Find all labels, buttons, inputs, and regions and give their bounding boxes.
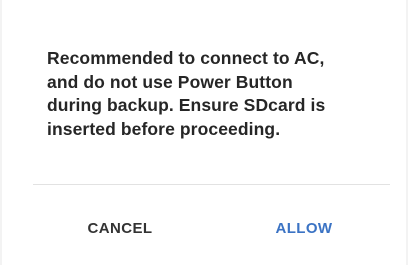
- cancel-button[interactable]: CANCEL: [60, 208, 180, 248]
- dialog-left-edge: [0, 0, 2, 265]
- message-line-2: and do not use Power Button: [47, 71, 293, 92]
- message-line-4: inserted before proceeding.: [47, 118, 281, 139]
- dialog-message: Recommended to connect to AC, and do not…: [47, 47, 377, 141]
- message-line-3: during backup. Ensure SDcard is: [47, 95, 326, 115]
- backup-confirmation-dialog: Recommended to connect to AC, and do not…: [0, 0, 408, 265]
- allow-button[interactable]: ALLOW: [244, 208, 364, 248]
- dialog-divider: [33, 184, 390, 185]
- message-line-1: Recommended to connect to AC,: [47, 48, 325, 68]
